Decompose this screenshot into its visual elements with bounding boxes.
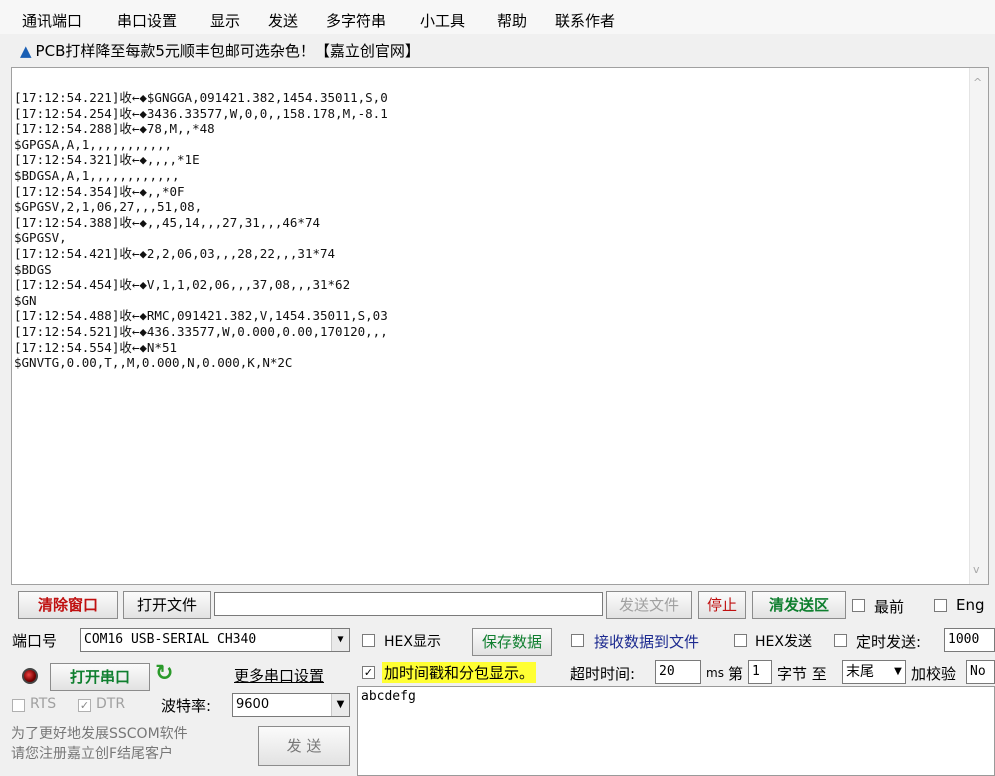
stop-button[interactable]: 停止 [698,591,746,619]
scroll-up-icon[interactable]: ^ [973,76,982,89]
byte-from-prefix: 第 [728,665,744,683]
timeout-label: 超时时间: [570,665,636,683]
topmost-label: 最前 [874,598,905,616]
baud-value: 9600 [236,697,270,712]
dtr-checkbox[interactable]: ✓ [78,699,91,712]
receive-line: $GNVTG,0.00,T,,M,0.000,N,0.000,K,N*2C [14,355,293,371]
english-checkbox[interactable] [934,599,947,612]
topmost-checkbox[interactable] [852,599,865,612]
menu-send[interactable]: 发送 [268,10,298,31]
byte-to-value: 末尾 [846,664,874,680]
chevron-down-icon: ▼ [331,629,349,651]
receive-line: [17:12:54.354]收←◆,,*0F [14,183,185,199]
menu-comm-port[interactable]: 通讯端口 [22,10,82,31]
port-status-led-icon [22,668,38,684]
send-button[interactable]: 发 送 [258,726,350,766]
recv-to-file-label: 接收数据到文件 [594,633,700,651]
receive-line: [17:12:54.321]收←◆,,,,*1E [14,152,200,168]
receive-scrollbar[interactable]: ^ v [969,68,988,584]
menu-help[interactable]: 帮助 [497,10,527,31]
baud-select[interactable]: 9600 ▼ [232,693,350,717]
baud-label: 波特率: [161,697,212,715]
receive-line: [17:12:54.554]收←◆N*51 [14,339,178,355]
hex-display-checkbox[interactable] [362,634,375,647]
receive-line: $GPGSV, [14,230,67,246]
port-select[interactable]: COM16 USB-SERIAL CH340 ▼ [80,628,350,652]
receive-line: [17:12:54.254]收←◆3436.33577,W,0,0,,158.1… [14,105,388,121]
receive-text: [17:12:54.221]收←◆$GNGGA,091421.382,1454.… [14,90,954,371]
timed-send-label: 定时发送: [856,633,922,651]
receive-line: $GPGSA,A,1,,,,,,,,,,, [14,136,173,152]
clear-send-area-button[interactable]: 清发送区 [752,591,846,619]
send-file-button[interactable]: 发送文件 [606,591,692,619]
send-textarea[interactable]: abcdefg [357,686,995,776]
byte-to-select[interactable]: 末尾 ▼ [842,660,906,684]
ad-banner-link[interactable]: ▲ PCB打样降至每款5元顺丰包邮可选杂色！【嘉立创官网】 [20,40,420,61]
port-value: COM16 USB-SERIAL CH340 [84,632,257,647]
menu-tools[interactable]: 小工具 [420,10,465,31]
hex-display-label: HEX显示 [384,634,441,650]
receive-line: $GPGSV,2,1,06,27,,,51,08, [14,199,203,215]
baud-chevron-down-icon: ▼ [331,694,349,716]
ms-label: ms [706,666,724,680]
send-text-value: abcdefg [361,689,416,704]
scroll-down-icon[interactable]: v [973,563,980,576]
footer-line-1: 为了更好地发展SSCOM软件 [11,726,188,742]
ad-text: PCB打样降至每款5元顺丰包邮可选杂色！【嘉立创官网】 [35,42,420,60]
receive-line: [17:12:54.421]收←◆2,2,06,03,,,28,22,,,31*… [14,245,336,261]
timestamp-checkbox[interactable]: ✓ [362,666,375,679]
refresh-icon[interactable]: ↻ [155,661,173,686]
receive-line: [17:12:54.221]收←◆$GNGGA,091421.382,1454.… [14,90,388,105]
byte-from-input[interactable]: 1 [748,660,772,684]
english-label: Eng [956,596,985,614]
hex-send-label: HEX发送 [755,634,812,650]
rts-label: RTS [30,696,57,712]
menu-bar: 通讯端口 串口设置 显示 发送 多字符串 小工具 帮助 联系作者 [0,0,995,34]
rts-checkbox[interactable] [12,699,25,712]
menu-serial-settings[interactable]: 串口设置 [117,10,177,31]
receive-line: $BDGSA,A,1,,,,,,,,,,,, [14,167,180,183]
receive-line: [17:12:54.388]收←◆,,45,14,,,27,31,,,46*74 [14,214,320,230]
open-port-button[interactable]: 打开串口 [50,663,150,691]
more-serial-settings-link[interactable]: 更多串口设置 [234,665,324,686]
receive-line: $BDGS [14,261,52,277]
byte-to-chevron-down-icon: ▼ [891,661,905,683]
port-label: 端口号 [12,632,58,650]
clear-window-button[interactable]: 清除窗口 [18,591,118,619]
receive-line: [17:12:54.521]收←◆436.33577,W,0.000,0.00,… [14,323,388,339]
receive-line: [17:12:54.488]收←◆RMC,091421.382,V,1454.3… [14,308,388,324]
checksum-label: 加校验 [911,665,957,683]
menu-contact-author[interactable]: 联系作者 [555,10,615,31]
open-file-button[interactable]: 打开文件 [123,591,211,619]
receive-line: $GN [14,292,37,308]
checksum-select[interactable]: No [966,660,995,684]
timestamp-label: 加时间戳和分包显示。 [382,662,537,683]
timeout-input[interactable]: 20 [655,660,701,684]
save-data-button[interactable]: 保存数据 [472,628,552,656]
menu-display[interactable]: 显示 [210,10,240,31]
receive-line: [17:12:54.288]收←◆78,M,,*48 [14,121,215,137]
triangle-icon: ▲ [20,42,32,60]
file-path-input[interactable] [214,592,603,616]
dtr-label: DTR [96,696,126,712]
byte-unit-label: 字节 至 [777,665,827,683]
timed-send-checkbox[interactable] [834,634,847,647]
menu-multi-string[interactable]: 多字符串 [326,10,386,31]
receive-line: [17:12:54.454]收←◆V,1,1,02,06,,,37,08,,,3… [14,277,351,293]
receive-area[interactable]: [17:12:54.221]收←◆$GNGGA,091421.382,1454.… [11,67,989,585]
recv-to-file-checkbox[interactable] [571,634,584,647]
timed-interval-input[interactable]: 1000 [944,628,995,652]
hex-send-checkbox[interactable] [734,634,747,647]
footer-line-2: 请您注册嘉立创F结尾客户 [11,746,174,762]
